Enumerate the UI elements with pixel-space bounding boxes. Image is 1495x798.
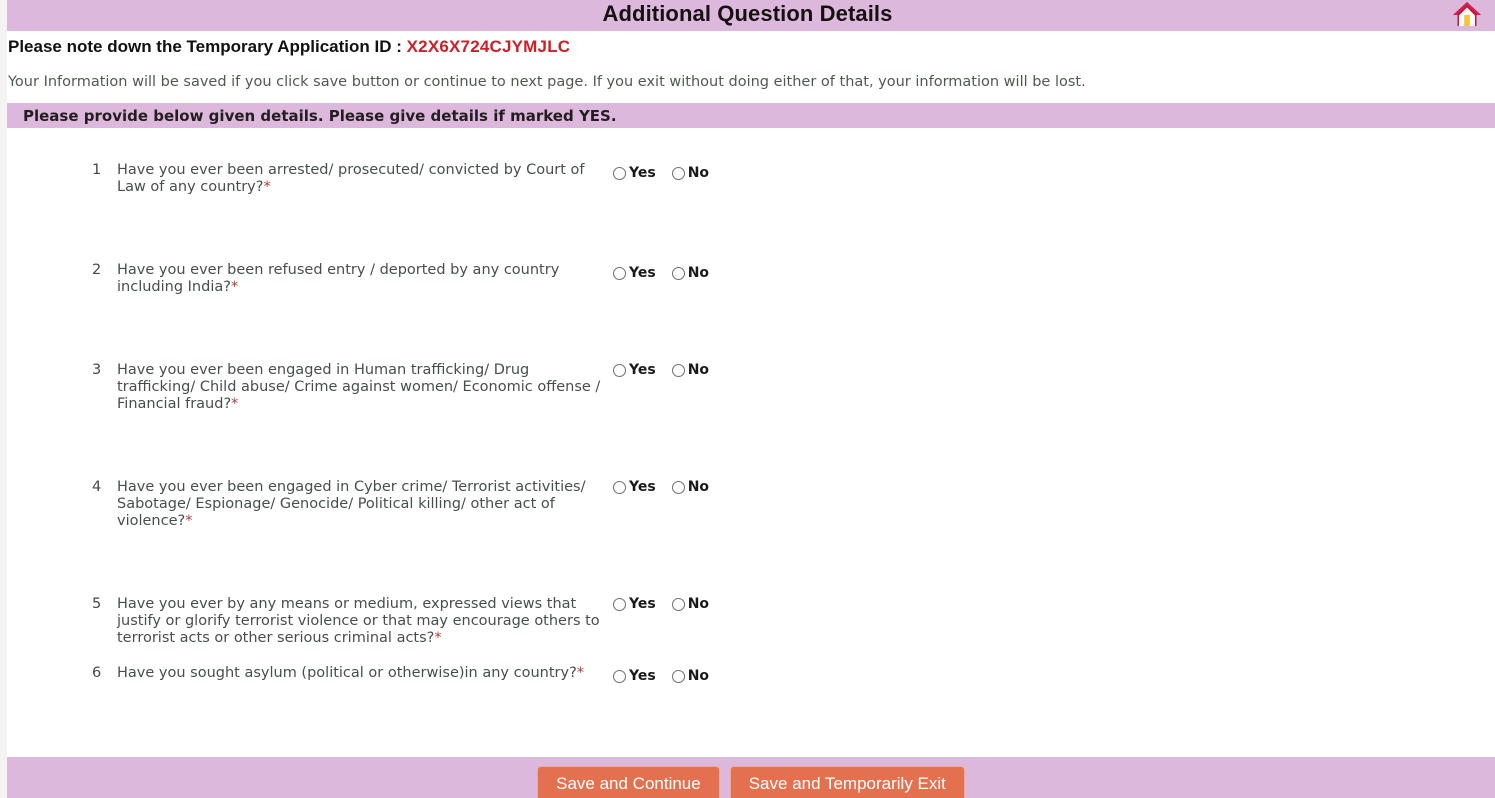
option-no-label: No [687, 265, 710, 281]
question-text-body: Have you ever been arrested/ prosecuted/… [117, 162, 585, 195]
radio-yes-icon[interactable] [613, 669, 626, 683]
question-row: 2 Have you ever been refused entry / dep… [7, 262, 1495, 296]
required-marker: * [230, 279, 239, 295]
question-number: 3 [92, 362, 102, 378]
required-marker: * [231, 396, 239, 412]
option-yes-label: Yes [629, 596, 656, 612]
question-row: 4 Have you ever been engaged in Cyber cr… [7, 479, 1495, 530]
question-row: 1 Have you ever been arrested/ prosecute… [7, 162, 1495, 196]
save-and-temporarily-exit-button[interactable]: Save and Temporarily Exit [729, 766, 965, 798]
option-no-label: No [687, 596, 710, 612]
option-no-label: No [687, 479, 710, 495]
question-text: Have you ever been arrested/ prosecuted/… [117, 162, 607, 196]
radio-yes-icon[interactable] [613, 363, 626, 377]
radio-no-icon[interactable] [671, 363, 685, 377]
page-header-band: Additional Question Details [0, 0, 1495, 31]
page-title: Additional Question Details [602, 0, 893, 26]
radio-no-icon[interactable] [671, 266, 685, 280]
question-number: 4 [92, 479, 102, 495]
required-marker: * [263, 179, 271, 195]
required-marker: * [434, 630, 442, 646]
option-yes-label: Yes [629, 362, 656, 378]
question-options: Yes No [607, 265, 725, 281]
temporary-application-id-line: Please note down the Temporary Applicati… [0, 31, 1495, 57]
home-icon [1453, 2, 1481, 26]
option-yes[interactable]: Yes [613, 668, 656, 684]
radio-yes-icon[interactable] [613, 597, 626, 611]
question-number: 2 [92, 262, 102, 278]
option-no[interactable]: No [671, 479, 710, 495]
radio-yes-icon[interactable] [613, 480, 626, 494]
question-text: Have you ever been engaged in Cyber crim… [117, 479, 607, 530]
question-text: Have you ever been refused entry / depor… [117, 262, 607, 296]
option-no[interactable]: No [671, 165, 710, 181]
radio-yes-icon[interactable] [613, 166, 626, 180]
questions-list: 1 Have you ever been arrested/ prosecute… [0, 162, 1495, 684]
temporary-application-id-value: X2X6X724CJYMJLC [406, 37, 571, 56]
question-row: 6 Have you sought asylum (political or o… [7, 665, 1495, 684]
question-options: Yes No [607, 362, 725, 378]
question-text-body: Have you ever by any means or medium, ex… [117, 596, 600, 646]
left-gutter-strip [0, 0, 7, 798]
section-subheader-text: Please provide below given details. Plea… [23, 106, 617, 125]
option-yes-label: Yes [629, 479, 656, 495]
footer-band: Save and Continue Save and Temporarily E… [7, 757, 1495, 798]
save-info-note: Your Information will be saved if you cl… [8, 74, 1086, 90]
option-yes-label: Yes [629, 165, 656, 181]
radio-yes-icon[interactable] [613, 266, 626, 280]
option-no-label: No [687, 668, 710, 684]
option-yes[interactable]: Yes [613, 596, 656, 612]
question-row: 5 Have you ever by any means or medium, … [7, 596, 1495, 647]
radio-no-icon[interactable] [671, 480, 685, 494]
question-number: 6 [92, 665, 102, 681]
option-yes[interactable]: Yes [613, 362, 656, 378]
save-and-continue-button[interactable]: Save and Continue [537, 766, 720, 798]
question-number: 5 [92, 596, 102, 612]
question-text: Have you ever by any means or medium, ex… [117, 596, 607, 647]
option-yes[interactable]: Yes [613, 265, 656, 281]
page-root: Additional Question Details Please note … [0, 0, 1495, 798]
question-text: Have you ever been engaged in Human traf… [117, 362, 607, 413]
question-options: Yes No [607, 596, 725, 612]
option-no[interactable]: No [671, 362, 710, 378]
question-row: 3 Have you ever been engaged in Human tr… [7, 362, 1495, 413]
option-yes-label: Yes [629, 668, 656, 684]
radio-no-icon[interactable] [671, 669, 685, 683]
section-subheader-band: Please provide below given details. Plea… [7, 103, 1495, 128]
required-marker: * [185, 513, 193, 529]
option-yes[interactable]: Yes [613, 165, 656, 181]
question-text-body: Have you sought asylum (political or oth… [117, 665, 577, 681]
question-options: Yes No [607, 479, 725, 495]
option-no-label: No [687, 362, 710, 378]
home-icon-button[interactable] [1449, 0, 1485, 30]
question-text-body: Have you ever been refused entry / depor… [117, 262, 560, 295]
option-no[interactable]: No [671, 668, 710, 684]
option-no[interactable]: No [671, 596, 710, 612]
question-text-body: Have you ever been engaged in Human traf… [117, 362, 601, 412]
option-yes[interactable]: Yes [613, 479, 656, 495]
required-marker: * [576, 665, 585, 681]
temporary-application-id-label: Please note down the Temporary Applicati… [8, 37, 407, 56]
radio-no-icon[interactable] [671, 166, 685, 180]
option-yes-label: Yes [629, 265, 656, 281]
question-text: Have you sought asylum (political or oth… [117, 665, 607, 682]
question-number: 1 [92, 162, 102, 178]
question-options: Yes No [607, 165, 725, 181]
option-no-label: No [687, 165, 710, 181]
question-options: Yes No [607, 668, 725, 684]
radio-no-icon[interactable] [671, 597, 685, 611]
option-no[interactable]: No [671, 265, 710, 281]
